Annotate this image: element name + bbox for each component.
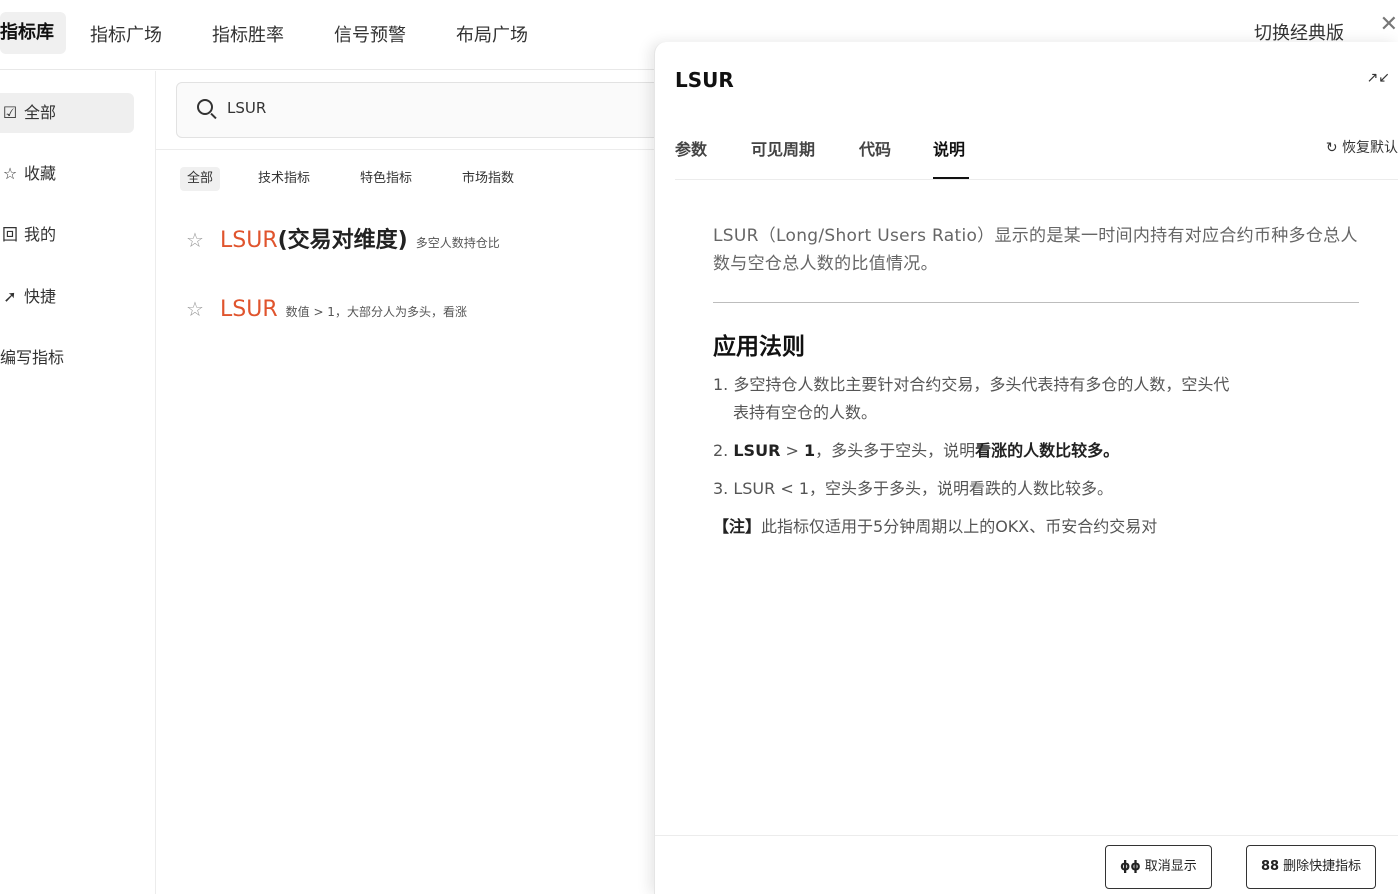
rule-1-line-2: 表持有空仓的人数。 [733, 403, 878, 422]
sidebar-item-label: 我的 [24, 225, 57, 244]
note-label: 【注】 [713, 517, 762, 536]
rule-1: 1. 多空持仓人数比主要针对合约交易，多头代表持有多仓的人数，空头代 表持有空仓… [713, 371, 1361, 427]
filter-market-index[interactable]: 市场指数 [462, 167, 514, 191]
tab-indicator-winrate[interactable]: 指标胜率 [212, 21, 284, 47]
list-item[interactable]: ☆ LSUR(交易对维度) 多空人数持仓比 [186, 224, 500, 256]
rule-2-bold: LSUR [733, 441, 781, 460]
indicator-detail-panel: LSUR ↗↙ 参数 可见周期 代码 说明 ↻ 恢复默认 LSUR（Long/S… [654, 42, 1398, 894]
tab-description[interactable]: 说明 [933, 136, 965, 160]
note: 【注】此指标仅适用于5分钟周期以上的OKX、币安合约交易对 [713, 513, 1361, 541]
divider [156, 149, 656, 150]
intro-text: LSUR（Long/Short Users Ratio）显示的是某一时间内持有对… [713, 226, 1358, 274]
sidebar-item-write-indicator[interactable]: 编写指标 [0, 338, 134, 378]
list-item[interactable]: ☆ LSUR 数值 > 1，大部分人为多头，看涨 [186, 293, 467, 325]
button-label: 删除快捷指标 [1283, 859, 1362, 874]
rule-2: 2. LSUR > 1，多头多于空头，说明看涨的人数比较多。 [713, 437, 1361, 465]
divider [713, 302, 1359, 303]
description-content: LSUR（Long/Short Users Ratio）显示的是某一时间内持有对… [713, 222, 1361, 541]
filter-technical[interactable]: 技术指标 [258, 167, 310, 191]
rule-2-end: 看涨的人数比较多。 [975, 441, 1120, 460]
rule-2-one: 1 [803, 441, 816, 460]
sidebar-item-label: 收藏 [24, 164, 57, 183]
reset-label: 恢复默认 [1342, 140, 1398, 156]
filter-all[interactable]: 全部 [180, 167, 221, 191]
sidebar-item-label: 快捷 [24, 287, 57, 306]
delete-shortcut-button[interactable]: 88 删除快捷指标 [1246, 845, 1377, 889]
rule-1-line-1: 1. 多空持仓人数比主要针对合约交易，多头代表持有多仓的人数，空头代 [713, 375, 1230, 394]
indicator-subtitle: (交易对维度) [277, 228, 408, 253]
indicator-name: LSUR [220, 228, 278, 253]
reset-default-button[interactable]: ↻ 恢复默认 [1326, 137, 1398, 157]
checkbox-icon: ☑ [2, 103, 18, 122]
hide-icon: ɸɸ [1120, 859, 1141, 874]
rule-2-gt: > [780, 441, 804, 460]
collapse-icon[interactable]: ↗↙ [1367, 70, 1390, 86]
indicator-list-pane: 全部 技术指标 特色指标 市场指数 ☆LSUR(交易对维度)多空人数持仓比 ☆L… [156, 71, 696, 894]
tab-code[interactable]: 代码 [859, 136, 891, 160]
note-text: 此指标仅适用于5分钟周期以上的OKX、币安合约交易对 [761, 517, 1158, 536]
search-input[interactable] [227, 99, 527, 117]
grid-icon: 88 [1261, 859, 1280, 874]
search-icon [197, 99, 213, 115]
star-icon[interactable]: ☆ [186, 293, 220, 325]
close-icon[interactable]: ✕ [1380, 12, 1398, 37]
sidebar-item-favorites[interactable]: ☆ 收藏 [0, 154, 134, 194]
send-icon: ➚ [3, 287, 17, 306]
rule-3: 3. LSUR < 1，空头多于多头，说明看跌的人数比较多。 [713, 479, 1114, 498]
footer-divider [655, 835, 1398, 836]
divider [675, 179, 1398, 180]
sidebar-item-label: 编写指标 [0, 348, 65, 367]
panel-title: LSUR [675, 68, 734, 92]
tab-params[interactable]: 参数 [675, 136, 707, 160]
rule-2-mid: ，多头多于空头，说明 [815, 441, 976, 460]
sidebar-item-label: 全部 [24, 103, 57, 122]
sidebar-item-mine[interactable]: 回我的 [0, 215, 134, 255]
tab-indicator-library[interactable]: 指标库 [0, 12, 66, 54]
sidebar-item-all[interactable]: ☑ 全部 [0, 93, 134, 133]
rules-heading: 应用法则 [713, 334, 805, 360]
tab-visible-period[interactable]: 可见周期 [751, 136, 815, 160]
sidebar-item-shortcut[interactable]: ➚ 快捷 [0, 277, 134, 317]
tab-signal-alert[interactable]: 信号预警 [334, 21, 406, 47]
rule-2-prefix: 2. [713, 441, 734, 460]
tab-indicator-square[interactable]: 指标广场 [90, 21, 162, 47]
mine-icon: 回 [1, 225, 18, 244]
star-icon: ☆ [2, 164, 18, 183]
indicator-library-window: 指标库 指标广场 指标胜率 信号预警 布局广场 切换经典版 ✕ ☑ 全部 ☆ 收藏 … [0, 0, 1398, 894]
cancel-display-button[interactable]: ɸɸ 取消显示 [1105, 845, 1212, 889]
refresh-icon: ↻ [1325, 140, 1342, 156]
star-icon[interactable]: ☆ [186, 224, 220, 256]
tab-layout-square[interactable]: 布局广场 [456, 21, 528, 47]
indicator-name: LSUR [220, 297, 278, 322]
indicator-desc: 多空人数持仓比 [415, 236, 500, 250]
filter-featured[interactable]: 特色指标 [360, 167, 412, 191]
sidebar: ☑ 全部 ☆ 收藏 回我的 ➚ 快捷 编写指标 [0, 71, 156, 894]
button-label: 取消显示 [1144, 859, 1197, 874]
search-box[interactable] [176, 82, 696, 138]
indicator-desc: 数值 > 1，大部分人为多头，看涨 [285, 305, 467, 319]
